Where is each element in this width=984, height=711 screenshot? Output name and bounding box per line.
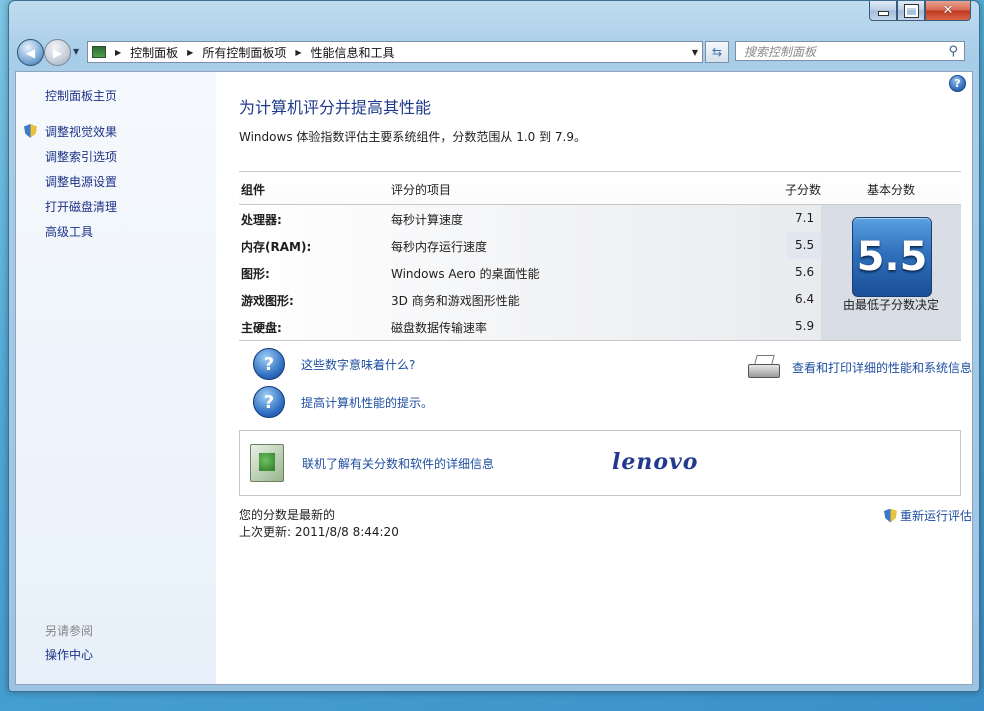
help-icon: ?: [954, 77, 961, 90]
printer-icon: [746, 355, 780, 379]
breadcrumb-item[interactable]: 控制面板: [130, 44, 178, 61]
maximize-icon: [903, 3, 919, 18]
close-icon: ✕: [942, 3, 954, 18]
header-basescore: 基本分数: [867, 183, 916, 197]
search-icon[interactable]: ⚲: [948, 44, 958, 59]
sidebar-item-indexing[interactable]: 调整索引选项: [45, 148, 117, 165]
address-bar[interactable]: ▶ 控制面板 ▶ 所有控制面板项 ▶ 性能信息和工具 ▼: [87, 41, 703, 63]
navigation-bar: ◀ ▶ ▼ ▶ 控制面板 ▶ 所有控制面板项 ▶ 性能信息和工具 ▼ ⇆ 搜索控…: [17, 39, 971, 66]
meaning-link[interactable]: 这些数字意味着什么?: [301, 356, 415, 373]
rerun-assessment-link[interactable]: 重新运行评估: [883, 507, 972, 524]
help-button[interactable]: ?: [949, 75, 966, 92]
header-component: 组件: [241, 183, 266, 197]
online-info-link[interactable]: 联机了解有关分数和软件的详细信息: [302, 455, 494, 472]
question-icon: ?: [253, 386, 285, 418]
row-component: 主硬盘:: [241, 321, 282, 335]
see-also-heading: 另请参阅: [45, 624, 94, 638]
page-title: 为计算机评分并提高其性能: [239, 98, 432, 117]
shield-icon: [883, 508, 897, 523]
back-button[interactable]: ◀: [17, 39, 44, 66]
breadcrumb-item[interactable]: 所有控制面板项: [202, 44, 286, 61]
oem-info-box: 联机了解有关分数和软件的详细信息 lenovo: [239, 430, 961, 496]
score-table: 组件 评分的项目 子分数 基本分数 处理器: 每秒计算速度 7.1 内存(RAM…: [239, 171, 961, 341]
tips-link[interactable]: 提高计算机性能的提示。: [301, 394, 433, 411]
row-subscore: 5.5: [787, 232, 821, 259]
row-rated-item: 磁盘数据传输速率: [391, 321, 488, 335]
refresh-icon: ⇆: [711, 45, 723, 59]
address-dropdown-icon[interactable]: ▼: [692, 48, 698, 57]
header-rated-item: 评分的项目: [391, 183, 452, 197]
sidebar-item-visual-effects[interactable]: 调整视觉效果: [45, 123, 117, 140]
client-area: 控制面板主页 调整视觉效果 调整索引选项 调整电源设置 打开磁盘清理 高级工具 …: [15, 71, 973, 685]
rerun-label[interactable]: 重新运行评估: [900, 507, 972, 524]
row-component: 游戏图形:: [241, 294, 294, 308]
forward-arrow-icon: ▶: [52, 45, 63, 60]
maximize-button[interactable]: [897, 1, 925, 21]
row-rated-item: 3D 商务和游戏图形性能: [391, 294, 520, 308]
table-row: 主硬盘: 磁盘数据传输速率 5.9: [239, 313, 821, 340]
main-content: ? 为计算机评分并提高其性能 Windows 体验指数评估主要系统组件，分数范围…: [239, 72, 972, 684]
forward-button[interactable]: ▶: [44, 39, 71, 66]
base-score-caption: 由最低子分数决定: [842, 298, 939, 312]
row-component: 处理器:: [241, 213, 282, 227]
table-row: 游戏图形: 3D 商务和游戏图形性能 6.4: [239, 286, 821, 313]
search-placeholder: 搜索控制面板: [744, 44, 817, 59]
sidebar-item-disk-cleanup[interactable]: 打开磁盘清理: [45, 198, 117, 215]
sidebar-item-advanced-tools[interactable]: 高级工具: [45, 223, 93, 240]
sidebar: 控制面板主页 调整视觉效果 调整索引选项 调整电源设置 打开磁盘清理 高级工具 …: [16, 72, 216, 684]
shield-icon: [24, 124, 37, 138]
sidebar-item-action-center[interactable]: 操作中心: [45, 646, 93, 663]
meaning-link-row[interactable]: ? 这些数字意味着什么?: [253, 348, 415, 380]
minimize-icon: [877, 11, 889, 16]
breadcrumb-separator-icon[interactable]: ▶: [187, 48, 193, 57]
sidebar-home-link[interactable]: 控制面板主页: [45, 87, 117, 104]
row-component: 图形:: [241, 267, 270, 281]
row-rated-item: Windows Aero 的桌面性能: [391, 267, 540, 281]
sidebar-item-power[interactable]: 调整电源设置: [45, 173, 117, 190]
breadcrumb-separator-icon[interactable]: ▶: [115, 48, 121, 57]
header-subscore: 子分数: [785, 183, 822, 197]
caption-buttons: ✕: [869, 1, 971, 21]
table-row: 图形: Windows Aero 的桌面性能 5.6: [239, 259, 821, 286]
control-panel-icon: [92, 46, 106, 58]
page-description: Windows 体验指数评估主要系统组件，分数范围从 1.0 到 7.9。: [239, 130, 586, 144]
software-info-icon: [250, 444, 284, 482]
search-input[interactable]: 搜索控制面板 ⚲: [735, 41, 965, 61]
base-score-panel: 5.5 由最低子分数决定: [821, 205, 961, 340]
table-row: 内存(RAM): 每秒内存运行速度 5.5: [239, 232, 821, 259]
tips-link-row[interactable]: ? 提高计算机性能的提示。: [253, 386, 433, 418]
row-subscore: 5.9: [795, 319, 815, 333]
window-frame: ✕ ◀ ▶ ▼ ▶ 控制面板 ▶ 所有控制面板项 ▶ 性能信息和工具 ▼ ⇆ 搜…: [8, 0, 980, 692]
lenovo-logo: lenovo: [612, 449, 699, 475]
row-subscore: 5.6: [795, 265, 815, 279]
row-rated-item: 每秒内存运行速度: [391, 240, 488, 254]
row-rated-item: 每秒计算速度: [391, 213, 464, 227]
last-update: 上次更新: 2011/8/8 8:44:20: [239, 525, 399, 539]
base-score-badge: 5.5: [852, 217, 932, 297]
print-details-link-row[interactable]: 查看和打印详细的性能和系统信息: [746, 355, 972, 379]
recent-pages-dropdown[interactable]: ▼: [73, 47, 79, 56]
question-icon: ?: [253, 348, 285, 380]
score-table-body: 处理器: 每秒计算速度 7.1 内存(RAM): 每秒内存运行速度 5.5 图形…: [239, 205, 961, 341]
row-component: 内存(RAM):: [241, 240, 312, 254]
row-subscore: 6.4: [795, 292, 815, 306]
back-arrow-icon: ◀: [25, 45, 36, 60]
close-button[interactable]: ✕: [925, 1, 971, 21]
breadcrumb-item[interactable]: 性能信息和工具: [311, 44, 395, 61]
row-subscore: 7.1: [795, 211, 815, 225]
refresh-button[interactable]: ⇆: [705, 41, 729, 63]
score-status: 您的分数是最新的 上次更新: 2011/8/8 8:44:20: [239, 507, 399, 541]
breadcrumb-separator-icon[interactable]: ▶: [295, 48, 301, 57]
score-table-header: 组件 评分的项目 子分数 基本分数: [239, 171, 961, 205]
table-row: 处理器: 每秒计算速度 7.1: [239, 205, 821, 232]
minimize-button[interactable]: [869, 1, 897, 21]
status-line: 您的分数是最新的: [239, 508, 336, 522]
print-details-link[interactable]: 查看和打印详细的性能和系统信息: [792, 359, 972, 376]
